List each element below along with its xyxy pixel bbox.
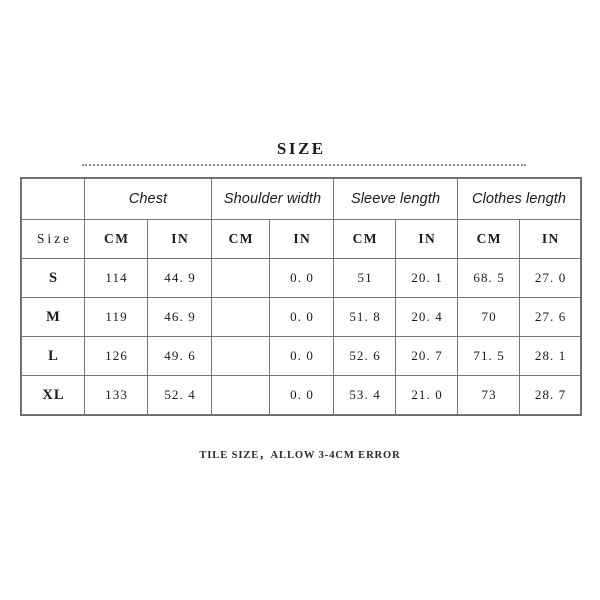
group-header-shoulder-width: Shoulder width xyxy=(211,178,335,220)
cell-shoulder-in: 0. 0 xyxy=(269,336,335,376)
cell-sleeve-cm: 51. 8 xyxy=(333,297,397,337)
row-size-label: XL xyxy=(21,375,85,415)
row-size-label: M xyxy=(21,297,85,337)
table-row: L 126 49. 6 0. 0 52. 6 20. 7 71. 5 28. 1 xyxy=(21,336,582,376)
cell-shoulder-in: 0. 0 xyxy=(269,375,335,415)
cell-chest-cm: 119 xyxy=(84,297,148,337)
header-chest-cm: CM xyxy=(84,219,148,259)
cell-clothes-cm: 68. 5 xyxy=(457,258,521,298)
cell-shoulder-cm xyxy=(211,375,271,415)
cell-clothes-in: 27. 6 xyxy=(519,297,582,337)
cell-shoulder-cm xyxy=(211,258,271,298)
unit-header-row: Size CM IN CM IN CM IN CM IN xyxy=(21,219,582,259)
cell-sleeve-cm: 51 xyxy=(333,258,397,298)
header-shoulder-cm: CM xyxy=(211,219,271,259)
size-table: Chest Shoulder width Sleeve length Cloth… xyxy=(19,177,583,416)
page-title: SIZE xyxy=(276,139,326,158)
row-size-label: S xyxy=(21,258,85,298)
title-divider xyxy=(82,164,526,166)
cell-sleeve-in: 20. 4 xyxy=(395,297,459,337)
cell-chest-in: 44. 9 xyxy=(146,258,213,298)
table-row: XL 133 52. 4 0. 0 53. 4 21. 0 73 28. 7 xyxy=(21,375,582,415)
group-header-sleeve-length: Sleeve length xyxy=(333,178,459,220)
group-header-row: Chest Shoulder width Sleeve length Cloth… xyxy=(21,178,582,220)
cell-sleeve-in: 20. 1 xyxy=(395,258,459,298)
table-row: S 114 44. 9 0. 0 51 20. 1 68. 5 27. 0 xyxy=(21,258,582,298)
cell-shoulder-cm xyxy=(211,336,271,376)
cell-clothes-cm: 73 xyxy=(457,375,521,415)
cell-chest-in: 46. 9 xyxy=(146,297,213,337)
cell-clothes-in: 28. 7 xyxy=(519,375,582,415)
header-sleeve-in: IN xyxy=(395,219,459,259)
cell-shoulder-in: 0. 0 xyxy=(269,258,335,298)
cell-chest-in: 49. 6 xyxy=(146,336,213,376)
cell-sleeve-cm: 52. 6 xyxy=(333,336,397,376)
cell-sleeve-in: 20. 7 xyxy=(395,336,459,376)
size-table-container: Chest Shoulder width Sleeve length Cloth… xyxy=(19,177,583,416)
cell-sleeve-in: 21. 0 xyxy=(395,375,459,415)
table-corner-cell xyxy=(21,178,85,220)
group-header-chest: Chest xyxy=(83,178,213,220)
group-header-clothes-length: Clothes length xyxy=(457,178,582,220)
header-clothes-cm: CM xyxy=(457,219,521,259)
cell-clothes-in: 27. 0 xyxy=(519,258,582,298)
cell-chest-cm: 126 xyxy=(84,336,148,376)
table-row: M 119 46. 9 0. 0 51. 8 20. 4 70 27. 6 xyxy=(21,297,582,337)
cell-clothes-in: 28. 1 xyxy=(519,336,582,376)
cell-sleeve-cm: 53. 4 xyxy=(333,375,397,415)
header-size: Size xyxy=(21,219,85,259)
cell-chest-in: 52. 4 xyxy=(146,375,213,415)
row-size-label: L xyxy=(21,336,85,376)
cell-shoulder-in: 0. 0 xyxy=(269,297,335,337)
cell-clothes-cm: 70 xyxy=(457,297,521,337)
cell-chest-cm: 114 xyxy=(84,258,148,298)
cell-clothes-cm: 71. 5 xyxy=(457,336,521,376)
header-chest-in: IN xyxy=(146,219,213,259)
measurement-disclaimer: TILE SIZE，ALLOW 3-4CM ERROR xyxy=(199,450,401,461)
header-clothes-in: IN xyxy=(519,219,582,259)
cell-chest-cm: 133 xyxy=(84,375,148,415)
size-chart-page: SIZE Chest Shoulder width Sleeve length … xyxy=(0,0,600,600)
cell-shoulder-cm xyxy=(211,297,271,337)
header-shoulder-in: IN xyxy=(269,219,335,259)
header-sleeve-cm: CM xyxy=(333,219,397,259)
